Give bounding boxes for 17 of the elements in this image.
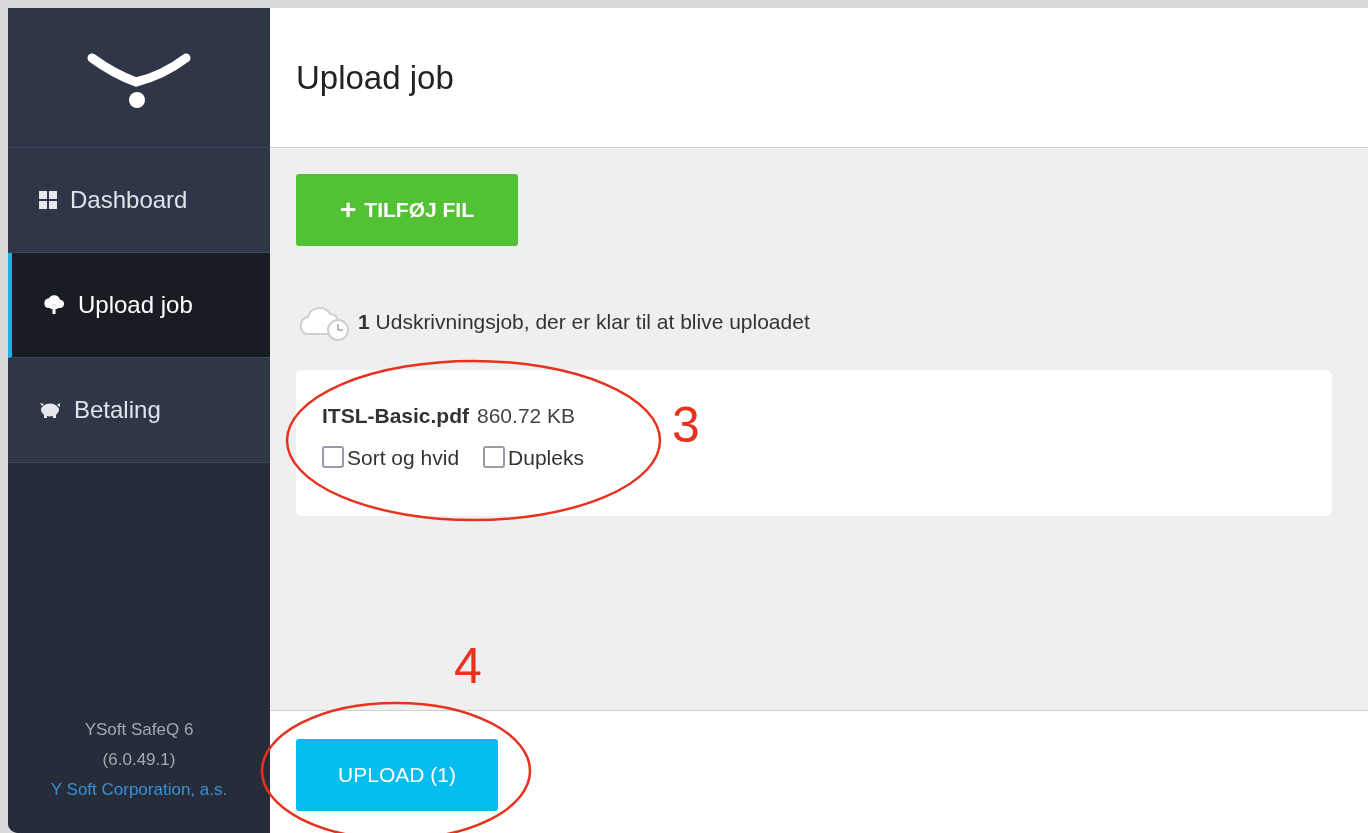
- version-number: (6.0.49.1): [102, 749, 176, 771]
- product-name: YSoft SafeQ 6: [84, 719, 194, 741]
- cloud-upload-icon: [42, 295, 66, 315]
- company-link[interactable]: Y Soft Corporation, a.s.: [50, 775, 228, 805]
- page-title: Upload job: [296, 57, 454, 98]
- option-checkbox[interactable]: Sort og hvid: [322, 441, 460, 473]
- checkbox[interactable]: [322, 446, 344, 469]
- piggy-bank-icon: [38, 400, 62, 420]
- file-name: ITSL-Basic.pdf: [322, 403, 469, 429]
- file-size: 860.72 KB: [477, 403, 576, 429]
- grid-icon: [38, 190, 58, 210]
- sidebar-item[interactable]: Upload job: [8, 253, 270, 358]
- status-message: 1 Udskrivningsjob, der er klar til at blive uploadet: [358, 309, 810, 336]
- annotation-number: 3: [672, 400, 700, 450]
- checkbox[interactable]: [483, 446, 506, 469]
- option-checkbox[interactable]: Dupleks: [483, 441, 584, 473]
- annotation-number: 4: [454, 641, 482, 691]
